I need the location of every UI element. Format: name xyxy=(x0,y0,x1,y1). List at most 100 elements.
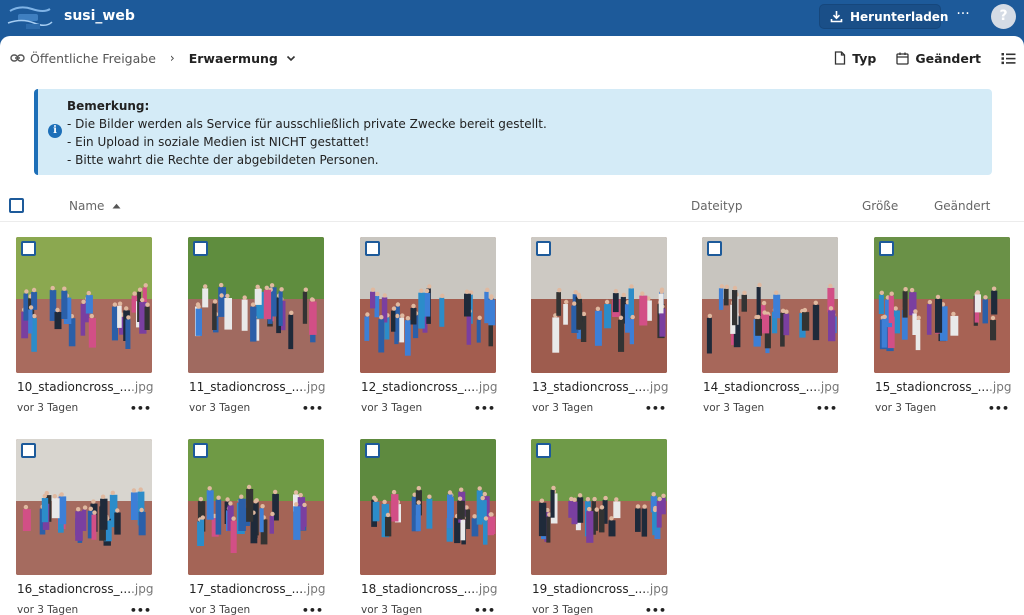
file-select-checkbox[interactable] xyxy=(193,241,208,256)
photo-image xyxy=(188,439,324,575)
file-modified: vor 3 Tagen xyxy=(17,402,79,414)
file-tile[interactable]: 10_stadioncross_... .jpg vor 3 Tagen ••• xyxy=(16,237,153,437)
help-icon[interactable]: ? xyxy=(991,4,1016,29)
file-extension: .jpg xyxy=(817,380,840,394)
file-modified: vor 3 Tagen xyxy=(532,604,594,615)
file-meta: vor 3 Tagen ••• xyxy=(361,402,497,415)
file-actions-icon[interactable]: ••• xyxy=(645,402,666,415)
file-name[interactable]: 12_stadioncross_... .jpg xyxy=(361,380,497,394)
file-meta: vor 3 Tagen ••• xyxy=(703,402,839,415)
logo[interactable] xyxy=(4,3,54,31)
file-extension: .jpg xyxy=(475,582,498,596)
file-thumbnail[interactable] xyxy=(16,237,152,373)
file-tile[interactable]: 19_stadioncross_... .jpgvor 3 Tagen ••• xyxy=(531,439,668,615)
file-name[interactable]: 17_stadioncross_... .jpg xyxy=(189,582,325,596)
file-basename: 17_stadioncross_... xyxy=(189,582,304,596)
more-options-icon[interactable]: ··· xyxy=(954,7,972,24)
file-extension: .jpg xyxy=(131,582,154,596)
file-actions-icon[interactable]: ••• xyxy=(474,604,495,615)
app-title: susi_web xyxy=(64,8,135,24)
file-meta: vor 3 Tagen ••• xyxy=(17,604,153,615)
file-modified: vor 3 Tagen xyxy=(532,402,594,414)
file-grid: 10_stadioncross_... .jpg vor 3 Tagen ••• 11_… xyxy=(0,36,1024,615)
file-name[interactable]: 18_stadioncross_... .jpg xyxy=(361,582,497,596)
file-modified: vor 3 Tagen xyxy=(361,402,423,414)
file-tile[interactable]: 15_stadioncross_... .jpgvor 3 Tagen ••• xyxy=(874,237,1011,437)
file-name[interactable]: 19_stadioncross_... .jpg xyxy=(532,582,668,596)
photo-image xyxy=(702,237,838,373)
file-tile[interactable]: 12_stadioncross_... .jpg vor 3 Tagen ••• xyxy=(360,237,497,437)
file-basename: 14_stadioncross_... xyxy=(703,380,818,394)
file-thumbnail[interactable] xyxy=(531,237,667,373)
file-tile[interactable]: 17_stadioncross_... .jpg vor 3 Tagen ••• xyxy=(188,439,325,615)
file-tile[interactable]: 18_stadioncross_... .jpg vor 3 Tagen ••• xyxy=(360,439,497,615)
file-name[interactable]: 11_stadioncross_... .jpg xyxy=(189,380,325,394)
file-extension: .jpg xyxy=(989,380,1012,394)
content-area: Öffentliche Freigabe › Erwaermung Typ Ge… xyxy=(0,36,1024,615)
file-select-checkbox[interactable] xyxy=(879,241,894,256)
photo-image xyxy=(360,439,496,575)
file-select-checkbox[interactable] xyxy=(365,443,380,458)
file-tile[interactable]: 11_stadioncross_... .jpgvor 3 Tagen ••• xyxy=(188,237,325,437)
file-modified: vor 3 Tagen xyxy=(189,402,251,414)
file-modified: vor 3 Tagen xyxy=(189,604,251,615)
file-basename: 10_stadioncross_... xyxy=(17,380,132,394)
file-select-checkbox[interactable] xyxy=(536,443,551,458)
file-tile[interactable]: 16_stadioncross_... .jpg vor 3 Tagen ••• xyxy=(16,439,153,615)
file-meta: vor 3 Tagen ••• xyxy=(189,604,325,615)
file-meta: vor 3 Tagen ••• xyxy=(875,402,1011,415)
file-actions-icon[interactable]: ••• xyxy=(130,402,151,415)
file-meta: vor 3 Tagen ••• xyxy=(17,402,153,415)
file-actions-icon[interactable]: ••• xyxy=(645,604,666,615)
file-modified: vor 3 Tagen xyxy=(875,402,937,414)
file-meta: vor 3 Tagen ••• xyxy=(189,402,325,415)
file-actions-icon[interactable]: ••• xyxy=(988,402,1009,415)
file-thumbnail[interactable] xyxy=(188,439,324,575)
download-icon xyxy=(830,11,843,23)
file-name[interactable]: 10_stadioncross_... .jpg xyxy=(17,380,153,394)
file-modified: vor 3 Tagen xyxy=(703,402,765,414)
file-extension: .jpg xyxy=(131,380,154,394)
file-select-checkbox[interactable] xyxy=(21,443,36,458)
file-actions-icon[interactable]: ••• xyxy=(302,402,323,415)
photo-image xyxy=(531,439,667,575)
file-thumbnail[interactable] xyxy=(360,237,496,373)
file-meta: vor 3 Tagen ••• xyxy=(361,604,497,615)
photo-image xyxy=(16,439,152,575)
file-basename: 13_stadioncross_... xyxy=(532,380,647,394)
file-name[interactable]: 13_stadioncross_... .jpg xyxy=(532,380,668,394)
file-name[interactable]: 16_stadioncross_... .jpg xyxy=(17,582,153,596)
file-thumbnail[interactable] xyxy=(874,237,1010,373)
file-select-checkbox[interactable] xyxy=(21,241,36,256)
file-meta: vor 3 Tagen ••• xyxy=(532,604,668,615)
photo-image xyxy=(360,237,496,373)
file-extension: .jpg xyxy=(303,582,326,596)
file-tile[interactable]: 13_stadioncross_... .jpgvor 3 Tagen ••• xyxy=(531,237,668,437)
file-actions-icon[interactable]: ••• xyxy=(816,402,837,415)
file-select-checkbox[interactable] xyxy=(707,241,722,256)
download-button[interactable]: Herunterladen xyxy=(819,4,948,29)
file-select-checkbox[interactable] xyxy=(365,241,380,256)
file-select-checkbox[interactable] xyxy=(536,241,551,256)
file-thumbnail[interactable] xyxy=(531,439,667,575)
file-thumbnail[interactable] xyxy=(360,439,496,575)
file-thumbnail[interactable] xyxy=(16,439,152,575)
top-bar: susi_web Herunterladen ··· ? xyxy=(0,0,1024,35)
file-actions-icon[interactable]: ••• xyxy=(130,604,151,615)
file-thumbnail[interactable] xyxy=(702,237,838,373)
file-actions-icon[interactable]: ••• xyxy=(474,402,495,415)
file-thumbnail[interactable] xyxy=(188,237,324,373)
file-actions-icon[interactable]: ••• xyxy=(302,604,323,615)
file-modified: vor 3 Tagen xyxy=(361,604,423,615)
photo-image xyxy=(874,237,1010,373)
file-basename: 19_stadioncross_... xyxy=(532,582,647,596)
file-extension: .jpg xyxy=(475,380,498,394)
file-basename: 18_stadioncross_... xyxy=(361,582,476,596)
file-tile[interactable]: 14_stadioncross_... .jpg vor 3 Tagen ••• xyxy=(702,237,839,437)
file-select-checkbox[interactable] xyxy=(193,443,208,458)
file-basename: 16_stadioncross_... xyxy=(17,582,132,596)
file-name[interactable]: 15_stadioncross_... .jpg xyxy=(875,380,1011,394)
file-modified: vor 3 Tagen xyxy=(17,604,79,615)
file-basename: 12_stadioncross_... xyxy=(361,380,476,394)
file-name[interactable]: 14_stadioncross_... .jpg xyxy=(703,380,839,394)
